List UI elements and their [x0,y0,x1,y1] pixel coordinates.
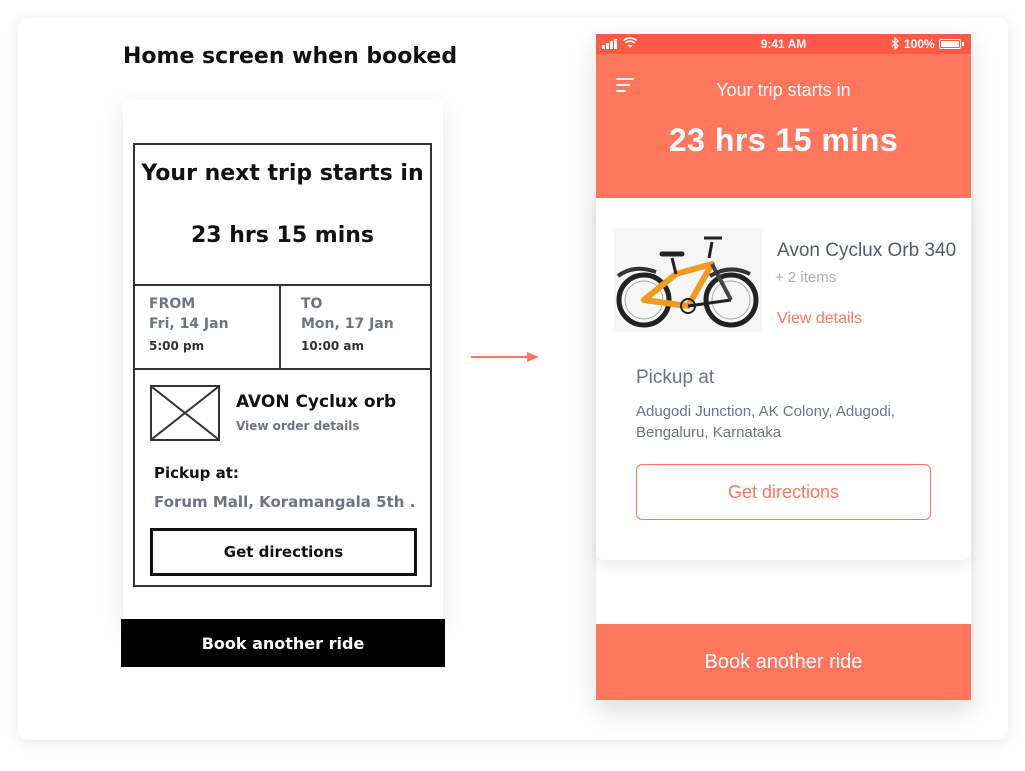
bicycle-image [614,228,762,332]
wireframe-pickup-label: Pickup at: [154,464,239,482]
wireframe-to: TO Mon, 17 Jan 10:00 am [281,286,430,368]
arrow-right-icon [471,352,539,362]
hifi-product-name: Avon Cyclux Orb 340 [777,240,957,261]
view-order-details-link[interactable]: View order details [236,419,360,433]
from-date: Fri, 14 Jan [149,316,229,332]
wireframe-trip-label: Your next trip starts in [141,161,424,186]
hifi-trip-time: 23 hrs 15 mins [668,122,899,158]
wireframe-countdown: Your next trip starts in 23 hrs 15 mins [135,145,430,286]
to-time: 10:00 am [301,339,364,353]
wireframe-trip-card: Your next trip starts in 23 hrs 15 mins … [133,143,432,587]
wireframe-dates: FROM Fri, 14 Jan 5:00 pm TO Mon, 17 Jan … [135,286,430,370]
wireframe-book-ride-button[interactable]: Book another ride [121,619,445,667]
from-time: 5:00 pm [149,339,205,353]
battery-tip [962,42,964,46]
to-date: Mon, 17 Jan [301,316,394,332]
image-placeholder-icon [150,385,220,441]
wireframe-product-name: AVON Cyclux orb [236,392,397,412]
wireframe-get-directions-button[interactable]: Get directions [150,528,417,576]
hifi-book-ride-button[interactable]: Book another ride [596,624,971,700]
from-label: FROM [149,296,196,312]
hifi-phone: 9:41 AM 100% Your trip starts in 23 hrs … [596,34,971,700]
hifi-header: 9:41 AM 100% Your trip starts in 23 hrs … [596,34,971,198]
to-label: TO [301,296,323,312]
battery-icon [939,39,961,49]
status-bar: 9:41 AM 100% [596,34,971,54]
wireframe-title: Home screen when booked [123,44,458,69]
battery-percent: 100% [904,37,935,51]
hifi-pickup-address: Adugodi Junction, AK Colony, Adugodi, Be… [636,403,896,441]
hifi-booking-card: Avon Cyclux Orb 340 + 2 items View detai… [596,198,971,560]
hifi-trip-label: Your trip starts in [716,80,851,100]
wireframe-trip-time: 23 hrs 15 mins [190,223,375,248]
wireframe-pickup-address: Forum Mall, Koramangala 5th ... [154,493,416,511]
bluetooth-icon [891,37,899,50]
hifi-items-count: + 2 items [775,269,837,286]
hifi-get-directions-button[interactable]: Get directions [636,464,931,520]
hifi-pickup-label: Pickup at [636,367,715,388]
view-details-link[interactable]: View details [777,310,862,328]
wireframe-from: FROM Fri, 14 Jan 5:00 pm [135,286,281,368]
